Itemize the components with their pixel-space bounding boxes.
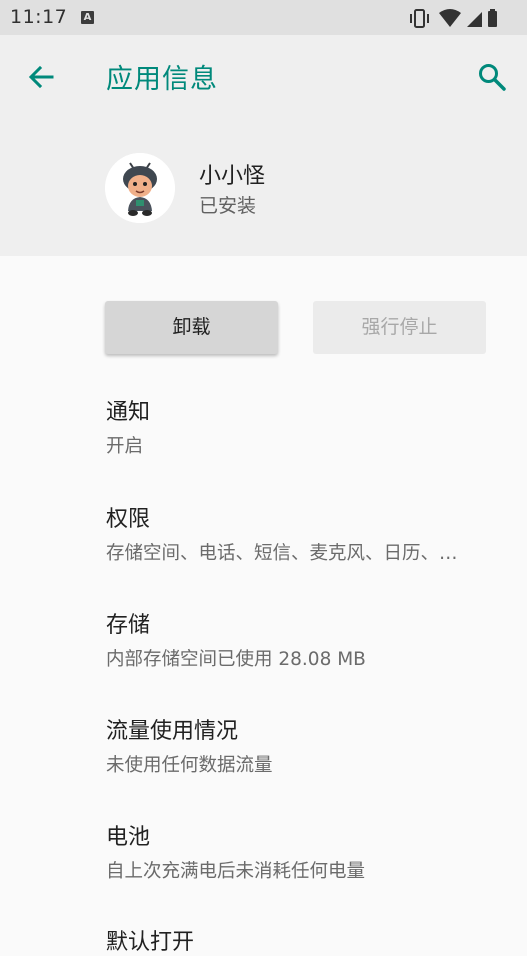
item-title: 存储 xyxy=(106,613,151,638)
settings-item-battery[interactable]: 电池 自上次充满电后未消耗任何电量 xyxy=(106,819,506,883)
settings-item-permissions[interactable]: 权限 存储空间、电话、短信、麦克风、日历、… xyxy=(106,501,506,565)
search-icon[interactable] xyxy=(476,61,508,93)
item-summary: 存储空间、电话、短信、麦克风、日历、… xyxy=(106,543,458,564)
app-icon xyxy=(105,153,175,223)
item-title: 权限 xyxy=(106,507,151,532)
app-info-header: 应用信息 小小怪 已安装 xyxy=(0,35,527,256)
battery-icon xyxy=(488,9,497,27)
item-summary: 开启 xyxy=(106,436,144,457)
uninstall-button[interactable]: 卸载 xyxy=(105,301,278,354)
signal-icon xyxy=(467,12,482,27)
force-stop-button: 强行停止 xyxy=(313,301,486,354)
item-title: 流量使用情况 xyxy=(106,719,239,744)
page-title: 应用信息 xyxy=(106,64,218,95)
arrow-back-icon[interactable] xyxy=(26,62,56,92)
item-summary: 未使用任何数据流量 xyxy=(106,755,273,776)
vibrate-icon xyxy=(410,9,429,28)
item-title: 电池 xyxy=(106,825,151,850)
status-bar: 11:17 A xyxy=(0,0,527,35)
notification-a-icon: A xyxy=(81,11,94,24)
status-time: 11:17 xyxy=(10,6,68,28)
item-summary: 自上次充满电后未消耗任何电量 xyxy=(106,861,366,882)
status-icons xyxy=(409,8,499,28)
item-summary: 内部存储空间已使用 28.08 MB xyxy=(106,649,366,670)
settings-item-data-usage[interactable]: 流量使用情况 未使用任何数据流量 xyxy=(106,713,506,777)
settings-item-open-by-default[interactable]: 默认打开 xyxy=(106,924,506,956)
app-name: 小小怪 xyxy=(199,164,266,189)
settings-item-notifications[interactable]: 通知 开启 xyxy=(106,394,506,458)
settings-item-storage[interactable]: 存储 内部存储空间已使用 28.08 MB xyxy=(106,607,506,671)
wifi-icon xyxy=(439,9,461,27)
item-title: 默认打开 xyxy=(106,930,195,955)
item-title: 通知 xyxy=(106,400,151,425)
app-install-status: 已安装 xyxy=(199,195,257,217)
